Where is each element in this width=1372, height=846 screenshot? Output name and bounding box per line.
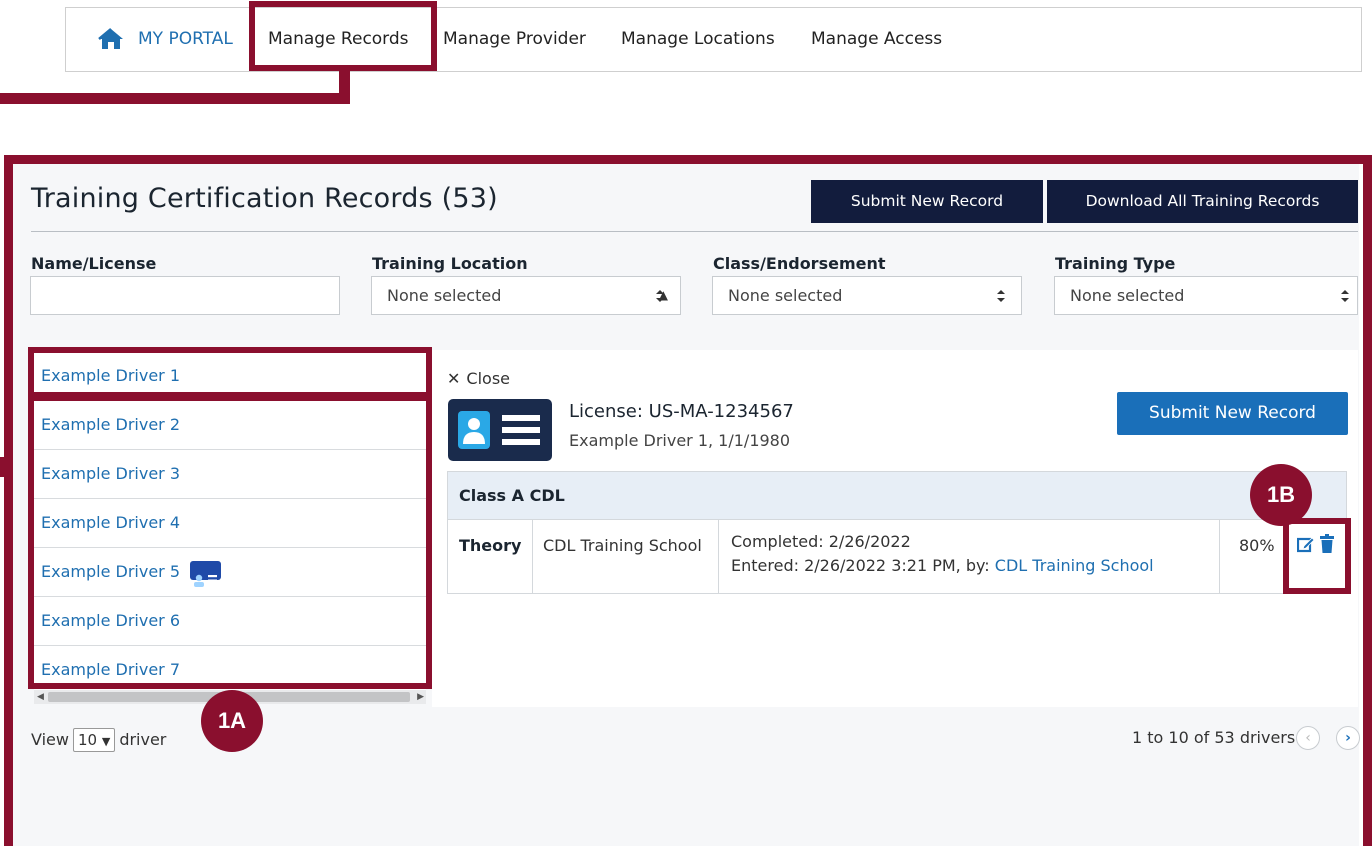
training-location-value: None selected bbox=[387, 286, 502, 305]
record-score: 80% bbox=[1239, 536, 1275, 555]
callout-frame-actions bbox=[1283, 518, 1351, 594]
record-entered: Entered: 2/26/2022 3:21 PM, by: CDL Trai… bbox=[731, 556, 1154, 575]
column-divider bbox=[1219, 520, 1220, 593]
page-size-control: View 10 ▼ driver bbox=[31, 728, 166, 752]
title-divider bbox=[31, 231, 1358, 232]
entered-prefix: Entered: 2/26/2022 3:21 PM, by: bbox=[731, 556, 995, 575]
filter-label-training-location: Training Location bbox=[372, 254, 528, 273]
license-number: License: US-MA-1234567 bbox=[569, 401, 794, 422]
filter-label-training-type: Training Type bbox=[1055, 254, 1176, 273]
training-type-select[interactable]: None selected bbox=[1054, 276, 1358, 315]
download-all-records-button[interactable]: Download All Training Records bbox=[1047, 180, 1358, 223]
view-label: View bbox=[31, 730, 69, 749]
nav-manage-provider[interactable]: Manage Provider bbox=[443, 8, 586, 71]
callout-marker-1a: 1A bbox=[201, 690, 263, 752]
callout-leader bbox=[0, 93, 350, 104]
training-type-value: None selected bbox=[1070, 286, 1185, 305]
record-school: CDL Training School bbox=[543, 536, 702, 555]
sort-arrows-icon bbox=[656, 290, 664, 302]
nav-my-portal[interactable]: MY PORTAL bbox=[138, 8, 233, 71]
scroll-left-icon[interactable]: ◀ bbox=[37, 690, 44, 704]
record-type: Theory bbox=[459, 536, 522, 555]
chevron-down-icon: ▼ bbox=[101, 735, 111, 748]
filter-label-name-license: Name/License bbox=[31, 254, 157, 273]
license-holder: Example Driver 1, 1/1/1980 bbox=[569, 431, 791, 450]
license-card-icon bbox=[448, 399, 552, 461]
callout-frame-manage-records bbox=[249, 1, 437, 71]
page-size-select[interactable]: 10 ▼ bbox=[72, 728, 116, 752]
scroll-right-icon[interactable]: ▶ bbox=[417, 690, 424, 704]
records-table: Class A CDL Theory CDL Training School C… bbox=[447, 471, 1347, 594]
callout-frame-divider bbox=[28, 392, 432, 401]
column-divider bbox=[532, 520, 533, 593]
class-endorsement-select[interactable]: None selected bbox=[712, 276, 1022, 315]
view-suffix: driver bbox=[119, 730, 167, 749]
close-button[interactable]: ✕ Close bbox=[447, 369, 510, 388]
filter-label-class-endorsement: Class/Endorsement bbox=[713, 254, 886, 273]
class-heading: Class A CDL bbox=[448, 472, 1346, 520]
chevron-left-icon: ‹ bbox=[1305, 730, 1311, 746]
sort-arrows-icon bbox=[997, 290, 1005, 302]
sort-arrows-icon bbox=[1341, 290, 1349, 302]
submit-new-record-button[interactable]: Submit New Record bbox=[811, 180, 1043, 223]
pagination-summary: 1 to 10 of 53 drivers bbox=[1132, 728, 1296, 747]
name-license-input[interactable] bbox=[30, 276, 340, 315]
callout-marker-1b: 1B bbox=[1250, 464, 1312, 526]
submit-new-record-driver-button[interactable]: Submit New Record bbox=[1117, 392, 1348, 435]
home-icon[interactable] bbox=[98, 27, 124, 51]
close-label: Close bbox=[466, 369, 510, 388]
entered-by-link[interactable]: CDL Training School bbox=[995, 556, 1154, 575]
page-size-value: 10 bbox=[77, 731, 98, 749]
page-title: Training Certification Records (53) bbox=[31, 183, 498, 214]
column-divider bbox=[718, 520, 719, 593]
next-page-button[interactable]: › bbox=[1336, 726, 1360, 750]
training-location-select[interactable]: None selected ▲ bbox=[371, 276, 681, 315]
record-completed: Completed: 2/26/2022 bbox=[731, 532, 911, 551]
nav-manage-locations[interactable]: Manage Locations bbox=[621, 8, 775, 71]
close-icon: ✕ bbox=[447, 369, 461, 388]
chevron-right-icon: › bbox=[1345, 730, 1351, 746]
class-endorsement-value: None selected bbox=[728, 286, 843, 305]
nav-manage-access[interactable]: Manage Access bbox=[811, 8, 942, 71]
prev-page-button[interactable]: ‹ bbox=[1296, 726, 1320, 750]
